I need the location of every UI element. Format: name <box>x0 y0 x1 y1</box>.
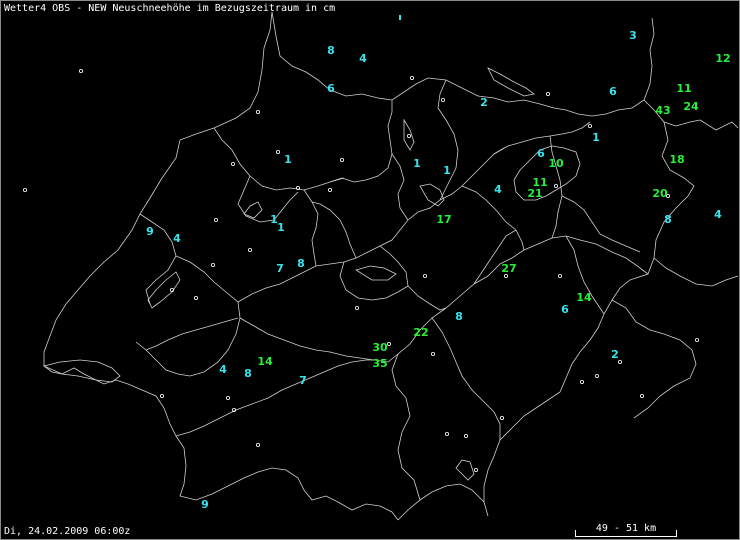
snow-depth-value: 4 <box>714 208 722 221</box>
canton-borders <box>135 79 641 440</box>
snow-depth-value: 2 <box>611 348 619 361</box>
timestamp: Di, 24.02.2009 06:00z <box>4 526 131 537</box>
snow-depth-value: 6 <box>537 147 545 160</box>
snow-depth-value: 1 <box>413 157 421 170</box>
snow-depth-value: 14 <box>576 291 592 304</box>
scale-bar: 49 - 51 km <box>575 523 677 537</box>
snow-depth-value: 10 <box>548 157 564 170</box>
snow-depth-value: 4 <box>219 363 227 376</box>
snow-depth-value: 1 <box>284 153 292 166</box>
snow-depth-value: 27 <box>501 262 516 275</box>
marker-tick <box>399 15 401 20</box>
scale-line <box>575 530 677 537</box>
snow-depth-value: 4 <box>494 183 502 196</box>
snow-depth-value: 12 <box>715 52 730 65</box>
snow-depth-value: 9 <box>201 498 209 511</box>
snow-depth-value: 8 <box>297 257 305 270</box>
map-title: Wetter4 OBS - NEW Neuschneehöhe im Bezug… <box>4 3 336 14</box>
station-markers <box>22 69 700 472</box>
lakes <box>42 67 535 481</box>
snow-depth-value: 35 <box>372 357 387 370</box>
snow-depth-value: 6 <box>609 85 617 98</box>
snow-depth-value: 17 <box>436 213 451 226</box>
snow-depth-value: 7 <box>299 374 307 387</box>
snow-depth-value: 8 <box>327 44 335 57</box>
snow-depth-value: 6 <box>327 82 335 95</box>
country-borders <box>43 11 739 521</box>
snow-depth-value: 4 <box>359 52 367 65</box>
snow-depth-value: 3 <box>629 29 637 42</box>
snow-depth-value: 21 <box>527 187 542 200</box>
snow-depth-value: 7 <box>276 262 284 275</box>
snow-depth-value: 2 <box>480 96 488 109</box>
snow-depth-value: 43 <box>655 104 670 117</box>
snow-depth-value: 4 <box>173 232 181 245</box>
snow-depth-value: 11 <box>676 82 691 95</box>
snow-depth-value: 14 <box>257 355 273 368</box>
snow-depth-value: 20 <box>652 187 668 200</box>
snow-depth-value: 1 <box>277 221 285 234</box>
snow-depth-value: 8 <box>455 310 463 323</box>
snow-depth-value: 9 <box>146 225 154 238</box>
snow-depth-value: 1 <box>443 164 451 177</box>
snow-depth-value: 8 <box>244 367 252 380</box>
snow-depth-value: 18 <box>669 153 684 166</box>
snow-depth-value: 1 <box>592 131 600 144</box>
snow-depth-value: 24 <box>683 100 699 113</box>
snow-depth-value: 8 <box>664 213 672 226</box>
snow-depth-value: 6 <box>561 303 569 316</box>
snow-depth-value: 30 <box>372 341 388 354</box>
map-canvas: 8463121143 24621610 181 1141121 208 41194177 8… <box>22 11 739 521</box>
snow-depth-value: 22 <box>413 326 428 339</box>
